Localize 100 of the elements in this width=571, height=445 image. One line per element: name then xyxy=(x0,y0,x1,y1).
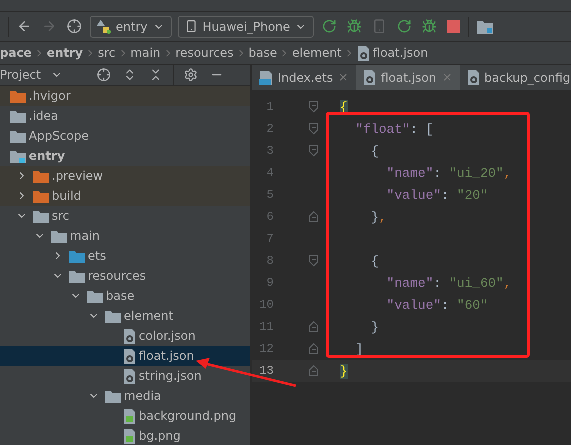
tree-item[interactable]: .preview xyxy=(0,166,250,186)
breadcrumb-item[interactable]: main xyxy=(130,46,161,60)
code-line: } xyxy=(370,320,380,334)
close-icon[interactable] xyxy=(338,72,350,83)
tree-item-label: base xyxy=(106,289,135,303)
breadcrumb-item[interactable]: base xyxy=(248,46,278,60)
tree-item-label: background.png xyxy=(139,409,237,423)
tree-item[interactable]: color.json xyxy=(0,326,250,346)
tree-item[interactable]: float.json xyxy=(0,346,250,366)
json-file-icon xyxy=(363,70,376,85)
line-number: 7 xyxy=(266,232,274,246)
tree-item-label: media xyxy=(124,389,162,403)
breadcrumb-item[interactable]: entry xyxy=(46,46,84,60)
tree-item[interactable]: resources xyxy=(0,266,250,286)
image-file-icon xyxy=(123,428,136,444)
fold-icon[interactable] xyxy=(309,211,319,223)
tree-item[interactable]: .hvigor xyxy=(0,86,250,106)
tree-item[interactable]: element xyxy=(0,306,250,326)
breadcrumb-item[interactable]: resources xyxy=(176,46,234,60)
code-line: "value": "60" xyxy=(386,298,488,312)
folder-icon xyxy=(10,130,26,142)
tree-item-label: resources xyxy=(88,269,146,283)
tree-item[interactable]: base xyxy=(0,286,250,306)
tree-item[interactable]: .idea xyxy=(0,106,250,126)
editor-tab[interactable]: backup_config xyxy=(460,65,571,90)
folder-icon xyxy=(105,390,121,402)
phone-icon xyxy=(184,20,198,33)
line-number: 5 xyxy=(266,188,274,202)
folder-icon xyxy=(69,250,85,262)
fold-icon[interactable] xyxy=(309,101,319,113)
line-number: 8 xyxy=(266,254,274,268)
tree-item-label: src xyxy=(52,209,70,223)
settings-icon xyxy=(184,68,198,82)
json-file-icon xyxy=(123,368,136,384)
tree-item-label: .preview xyxy=(52,169,104,183)
editor-tab[interactable]: float.json xyxy=(356,65,460,90)
tree-item[interactable]: media xyxy=(0,386,250,406)
json-file-icon xyxy=(466,70,480,85)
target-button[interactable] xyxy=(65,17,84,36)
folder-icon xyxy=(51,230,67,242)
tree-item[interactable]: ets xyxy=(0,246,250,266)
device-dropdown[interactable]: Huawei_Phone xyxy=(178,16,314,38)
tree-item-label: .idea xyxy=(29,109,59,123)
json-file-icon xyxy=(123,348,136,364)
tree-item-label: string.json xyxy=(139,369,202,383)
tree-item[interactable]: main xyxy=(0,226,250,246)
folder-icon xyxy=(105,310,121,322)
json-file-icon xyxy=(356,46,370,60)
code-line: "float": [ xyxy=(354,122,434,136)
editor-tab[interactable]: Index.ets xyxy=(252,65,356,90)
project-view-dropdown[interactable]: Project xyxy=(0,68,64,82)
folder-icon xyxy=(10,90,26,102)
line-number: 10 xyxy=(258,298,274,312)
module-dropdown[interactable]: entry xyxy=(90,16,172,38)
image-file-icon xyxy=(123,408,136,424)
folder-icon xyxy=(69,270,85,282)
tree-item-label: AppScope xyxy=(29,129,89,143)
tree-item-label: .hvigor xyxy=(29,89,71,103)
tree-item-label: float.json xyxy=(139,349,194,363)
tree-item[interactable]: background.png xyxy=(0,406,250,426)
ets-file-icon xyxy=(259,70,273,84)
code-line: "name": "ui_60", xyxy=(386,276,512,290)
tree-item-label: build xyxy=(52,189,82,203)
tree-item-label: main xyxy=(70,229,100,243)
code-line: }, xyxy=(370,210,387,224)
folder-icon xyxy=(33,210,49,222)
line-number: 12 xyxy=(258,342,274,356)
line-number: 1 xyxy=(266,100,274,114)
locate-button[interactable] xyxy=(95,66,114,84)
line-number: 4 xyxy=(266,166,274,180)
fold-icon[interactable] xyxy=(309,255,319,267)
breadcrumb-item[interactable]: pace xyxy=(0,46,32,60)
tree-item-label: element xyxy=(124,309,174,323)
stop-button[interactable] xyxy=(445,18,462,35)
fold-icon[interactable] xyxy=(309,321,319,333)
breadcrumb-item[interactable]: float.json xyxy=(356,46,428,60)
tree-item[interactable]: AppScope xyxy=(0,126,250,146)
code-line: { xyxy=(370,144,380,158)
breadcrumb-item[interactable]: element xyxy=(292,46,342,60)
fold-icon[interactable] xyxy=(309,343,319,355)
line-number: 13 xyxy=(258,364,274,378)
fold-icon[interactable] xyxy=(309,145,319,157)
tree-item[interactable]: build xyxy=(0,186,250,206)
tree-item[interactable]: string.json xyxy=(0,366,250,386)
breadcrumb-item[interactable]: src xyxy=(98,46,116,60)
folder-icon xyxy=(33,170,49,182)
tree-item-label: ets xyxy=(88,249,106,263)
tree-item[interactable]: bg.png xyxy=(0,426,250,445)
line-number: 11 xyxy=(258,320,274,334)
code-line: { xyxy=(370,254,380,268)
tree-item-label: color.json xyxy=(139,329,196,343)
folder-icon xyxy=(87,290,103,302)
fold-icon[interactable] xyxy=(309,123,319,135)
tree-item[interactable]: src xyxy=(0,206,250,226)
tree-item-label: bg.png xyxy=(139,429,181,443)
line-number: 3 xyxy=(266,144,274,158)
json-file-icon xyxy=(123,328,136,344)
tree-item[interactable]: entry xyxy=(0,146,250,166)
tree-item-label: entry xyxy=(29,149,66,163)
folder-icon xyxy=(10,110,26,122)
